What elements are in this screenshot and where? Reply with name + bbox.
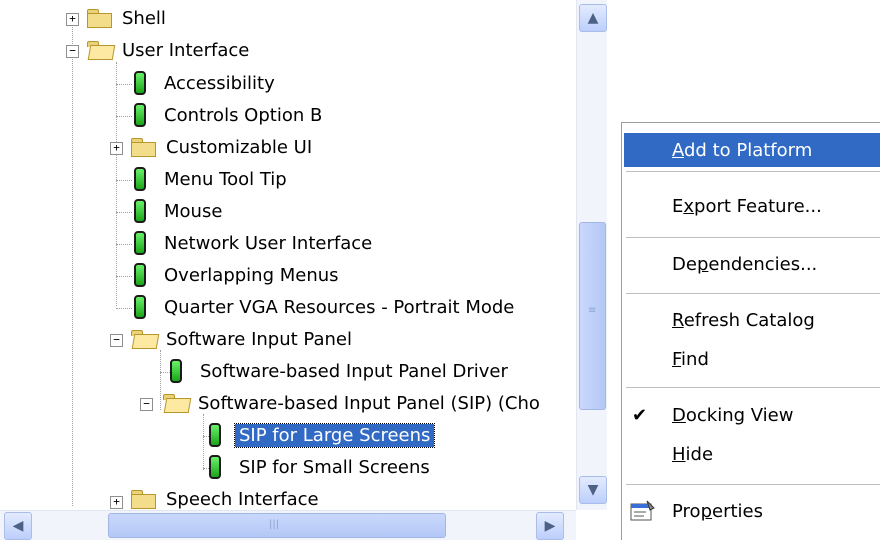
- scroll-right-button[interactable]: ▶: [536, 512, 564, 540]
- component-icon: [134, 167, 146, 191]
- menu-separator: [626, 237, 880, 238]
- tree-item-label: Shell: [122, 7, 166, 29]
- tree-item-network-user-interface[interactable]: Network User Interface: [128, 228, 376, 258]
- tree-item-sip-driver[interactable]: Software-based Input Panel Driver: [164, 356, 512, 386]
- tree-item-label: Software-based Input Panel Driver: [200, 360, 508, 382]
- tree-item-label: SIP for Large Screens: [233, 422, 436, 448]
- scroll-down-button[interactable]: ▼: [579, 476, 607, 504]
- component-icon: [209, 455, 221, 479]
- tree-item-label: SIP for Small Screens: [239, 456, 430, 478]
- menu-separator: [626, 293, 880, 294]
- open-folder-icon: [86, 41, 112, 59]
- tree-item-overlapping-menus[interactable]: Overlapping Menus: [128, 260, 343, 290]
- tree-guide-line: [72, 16, 73, 506]
- scroll-left-button[interactable]: ◀: [4, 512, 32, 540]
- tree-item-label: Network User Interface: [164, 232, 373, 254]
- folder-icon: [130, 138, 156, 157]
- tree-item-label: Controls Option B: [164, 104, 323, 126]
- menu-item-refresh-catalog[interactable]: Refresh Catalog: [624, 303, 880, 337]
- tree-item-menu-tool-tip[interactable]: Menu Tool Tip: [128, 164, 291, 194]
- component-icon: [134, 103, 146, 127]
- grip-icon: ≡: [588, 305, 597, 316]
- tree-item-label: Accessibility: [164, 72, 275, 94]
- scroll-up-button[interactable]: ▲: [579, 4, 607, 32]
- catalog-tree: + Shell − User Interface Accessibility C…: [0, 0, 608, 540]
- checkmark-icon: ✔: [632, 404, 648, 426]
- context-menu: Add to Platform Export Feature... Depend…: [621, 122, 880, 540]
- tree-item-accessibility[interactable]: Accessibility: [128, 68, 279, 98]
- tree-item-label: Software-based Input Panel (SIP) (Cho: [198, 392, 540, 414]
- tree-item-label: Software Input Panel: [166, 328, 352, 350]
- grip-icon: |||: [269, 519, 280, 530]
- open-folder-icon: [130, 330, 156, 348]
- properties-icon: [630, 500, 655, 521]
- vertical-scroll-thumb[interactable]: ≡: [579, 222, 606, 410]
- tree-item-customizable-ui[interactable]: Customizable UI: [130, 132, 316, 162]
- tree-item-label: Speech Interface: [166, 488, 319, 510]
- tree-item-label: Overlapping Menus: [164, 264, 339, 286]
- tree-item-user-interface[interactable]: User Interface: [86, 35, 253, 65]
- tree-item-label: User Interface: [122, 39, 250, 61]
- component-icon: [134, 199, 146, 223]
- collapse-icon[interactable]: −: [110, 334, 123, 347]
- tree-item-label: Quarter VGA Resources - Portrait Mode: [164, 296, 515, 318]
- menu-item-hide[interactable]: Hide: [624, 437, 880, 471]
- tree-guide-line: [116, 62, 117, 306]
- component-icon: [134, 231, 146, 255]
- tree-guide-line: [160, 350, 161, 410]
- tree-item-label: Customizable UI: [166, 136, 313, 158]
- tree-item-software-input-panel[interactable]: Software Input Panel: [130, 324, 356, 354]
- menu-separator: [626, 484, 880, 485]
- menu-item-properties[interactable]: Properties: [624, 494, 880, 528]
- expand-icon[interactable]: +: [66, 13, 79, 26]
- folder-icon: [130, 490, 156, 509]
- tree-item-mouse[interactable]: Mouse: [128, 196, 226, 226]
- menu-item-add-to-platform[interactable]: Add to Platform: [624, 133, 880, 167]
- component-icon: [134, 71, 146, 95]
- menu-item-find[interactable]: Find: [624, 342, 880, 376]
- tree-item-label: Menu Tool Tip: [164, 168, 287, 190]
- component-icon: [170, 359, 182, 383]
- tree-item-sip-small-screens[interactable]: SIP for Small Screens: [203, 452, 434, 482]
- expand-icon[interactable]: +: [110, 142, 123, 155]
- horizontal-scrollbar[interactable]: ◀ ||| ▶: [0, 510, 576, 540]
- tree-item-controls-option-b[interactable]: Controls Option B: [128, 100, 326, 130]
- tree-item-quarter-vga-resources[interactable]: Quarter VGA Resources - Portrait Mode: [128, 292, 518, 322]
- expand-icon[interactable]: +: [110, 496, 123, 509]
- menu-separator: [626, 387, 880, 388]
- component-icon: [209, 423, 221, 447]
- menu-item-dependencies[interactable]: Dependencies...: [624, 247, 880, 281]
- tree-item-sip-large-screens[interactable]: SIP for Large Screens: [203, 420, 436, 450]
- open-folder-icon: [162, 394, 188, 412]
- component-icon: [134, 295, 146, 319]
- tree-item-sip-choice[interactable]: Software-based Input Panel (SIP) (Cho: [162, 388, 544, 418]
- folder-icon: [86, 9, 112, 28]
- tree-item-label: Mouse: [164, 200, 223, 222]
- vertical-scrollbar[interactable]: ▲ ≡ ▼: [576, 0, 607, 510]
- tree-item-shell[interactable]: Shell: [86, 3, 170, 33]
- collapse-icon[interactable]: −: [140, 398, 153, 411]
- horizontal-scroll-thumb[interactable]: |||: [108, 513, 446, 538]
- menu-item-export-feature[interactable]: Export Feature...: [624, 189, 880, 223]
- menu-separator: [626, 171, 880, 172]
- menu-item-docking-view[interactable]: ✔ Docking View: [624, 398, 880, 432]
- component-icon: [134, 263, 146, 287]
- collapse-icon[interactable]: −: [66, 45, 79, 58]
